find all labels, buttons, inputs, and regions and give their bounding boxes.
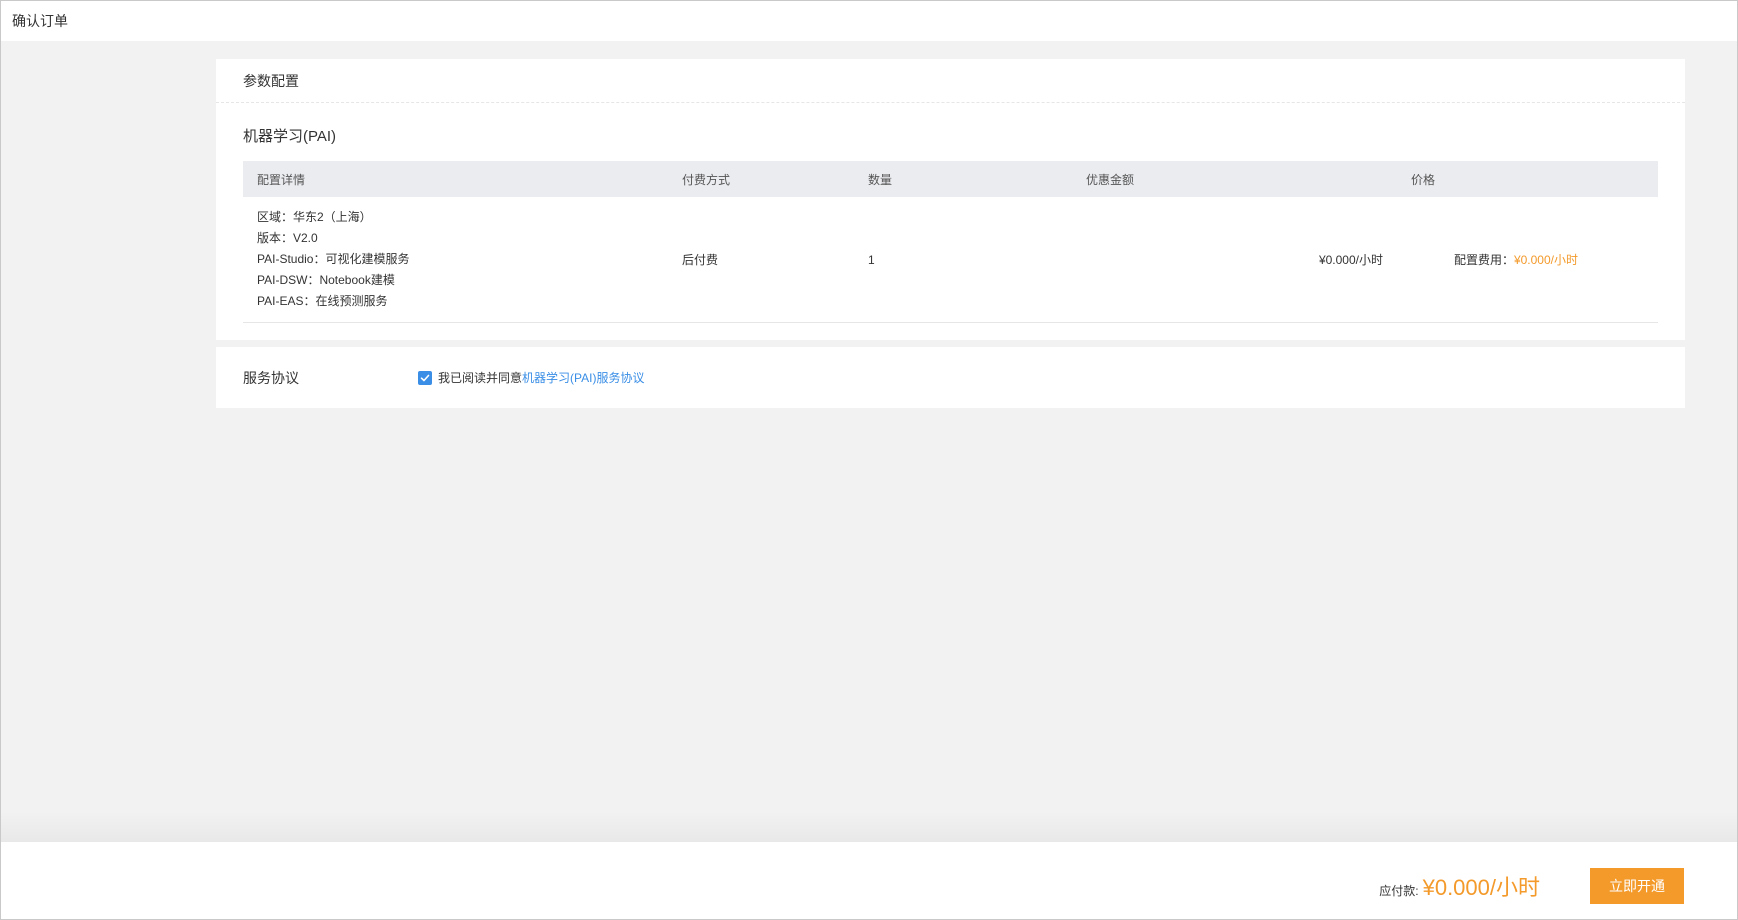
agreement-text: 我已阅读并同意 [438,371,523,385]
checkmark-icon [420,374,430,381]
amount-due-label: 应付款: [1379,883,1419,898]
config-card-body: 机器学习(PAI) 配置详情 付费方式 数量 优惠金额 价格 区域：华东2（上海… [216,103,1685,340]
config-card-header: 参数配置 [216,59,1685,103]
price-label: 配置费用： [1453,253,1514,267]
column-header-detail: 配置详情 [257,172,306,187]
column-header-discount: 优惠金额 [1086,172,1135,187]
detail-list: 区域：华东2（上海） 版本：V2.0 PAI-Studio：可视化建模服务 PA… [257,197,654,322]
detail-region: 区域：华东2（上海） [257,210,372,224]
config-card: 参数配置 机器学习(PAI) 配置详情 付费方式 数量 优惠金额 价格 区域：华… [216,59,1685,340]
agreement-row: 我已阅读并同意 机器学习(PAI)服务协议 [418,369,644,386]
table-header-row: 配置详情 付费方式 数量 优惠金额 价格 [243,161,1658,197]
payment-method-cell: 后付费 [668,197,854,323]
main-content: 参数配置 机器学习(PAI) 配置详情 付费方式 数量 优惠金额 价格 区域：华… [216,59,1685,408]
page-title: 确认订单 [12,13,68,29]
column-header-payment: 付费方式 [682,172,731,187]
agreement-checkbox[interactable] [418,370,432,385]
agreement-link[interactable]: 机器学习(PAI)服务协议 [522,369,644,386]
detail-cell: 区域：华东2（上海） 版本：V2.0 PAI-Studio：可视化建模服务 PA… [243,197,668,323]
checkout-footer: 应付款: ¥0.000/小时 立即开通 [1,841,1737,919]
service-agreement-section: 服务协议 我已阅读并同意 机器学习(PAI)服务协议 [216,347,1685,408]
table-row: 区域：华东2（上海） 版本：V2.0 PAI-Studio：可视化建模服务 PA… [243,197,1658,323]
footer-actions: 应付款: ¥0.000/小时 立即开通 [1379,868,1684,904]
detail-pai-dsw: PAI-DSW：Notebook建模 [257,273,395,287]
discount-cell: ¥0.000/小时 [1072,197,1397,323]
detail-pai-studio: PAI-Studio：可视化建模服务 [257,252,410,266]
price-value: ¥0.000/小时 [1513,253,1578,267]
detail-version: 版本：V2.0 [257,231,318,245]
column-header-price: 价格 [1411,172,1436,187]
detail-pai-eas: PAI-EAS：在线预测服务 [257,294,388,308]
product-name: 机器学习(PAI) [243,128,337,145]
order-confirm-page: 确认订单 参数配置 机器学习(PAI) 配置详情 付费方式 数量 优惠金额 价格 [0,0,1738,920]
amount-due-value: ¥0.000/小时 [1422,875,1540,900]
config-card-title: 参数配置 [243,72,299,89]
quantity-cell: 1 [854,197,1072,323]
page-header: 确认订单 [1,1,1737,41]
column-header-quantity: 数量 [868,172,893,187]
price-cell: 配置费用：¥0.000/小时 [1397,197,1658,323]
order-table: 配置详情 付费方式 数量 优惠金额 价格 区域：华东2（上海） 版本：V2.0 … [243,161,1658,323]
activate-now-button[interactable]: 立即开通 [1590,868,1684,904]
agreement-label: 服务协议 [243,369,299,386]
footer-shadow [1,811,1737,841]
